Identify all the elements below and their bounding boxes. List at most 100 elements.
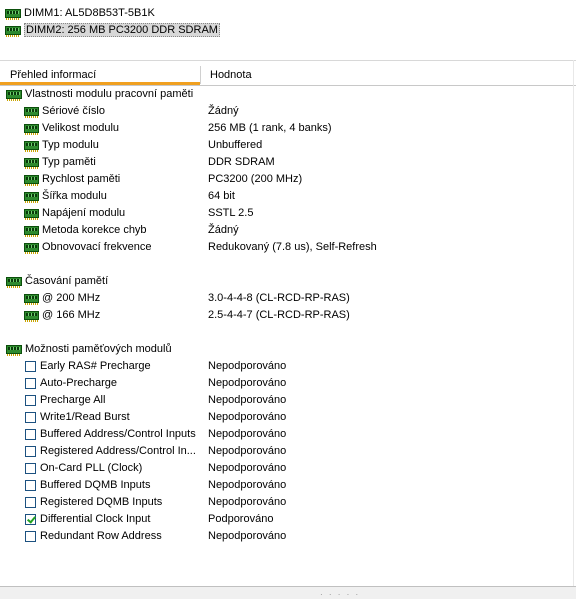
item-value: Nepodporováno xyxy=(208,479,287,491)
checkbox-icon[interactable] xyxy=(25,479,36,491)
item-label: Rychlost paměti xyxy=(42,173,121,185)
ram-module-icon xyxy=(24,157,39,169)
checkbox-icon[interactable] xyxy=(25,445,36,457)
group-title: Vlastnosti modulu pracovní paměti xyxy=(25,88,194,100)
item-value: Nepodporováno xyxy=(208,394,287,406)
list-item[interactable]: Differential Clock Input Podporováno xyxy=(0,511,576,528)
list-item[interactable]: Sériové číslo Žádný xyxy=(0,103,576,120)
ram-module-icon xyxy=(5,8,21,20)
dimm-item-2[interactable]: DIMM2: 256 MB PC3200 DDR SDRAM xyxy=(5,22,220,38)
ram-module-icon xyxy=(24,293,39,305)
item-value: Redukovaný (7.8 us), Self-Refresh xyxy=(208,241,377,253)
item-value: Žádný xyxy=(208,224,239,236)
item-value: Nepodporováno xyxy=(208,496,287,508)
list-item[interactable]: Buffered DQMB Inputs Nepodporováno xyxy=(0,477,576,494)
ram-module-icon xyxy=(24,242,39,254)
item-label: Early RAS# Precharge xyxy=(40,360,151,372)
ram-module-icon xyxy=(24,310,39,322)
ram-module-icon xyxy=(24,191,39,203)
item-value: 3.0-4-4-8 (CL-RCD-RP-RAS) xyxy=(208,292,350,304)
list-item[interactable]: Obnovovací frekvence Redukovaný (7.8 us),… xyxy=(0,239,576,256)
list-item[interactable]: Velikost modulu 256 MB (1 rank, 4 banks) xyxy=(0,120,576,137)
item-label: Typ modulu xyxy=(42,139,99,151)
column-header-field[interactable]: Přehled informací xyxy=(10,69,96,81)
list-item[interactable]: Metoda korekce chyb Žádný xyxy=(0,222,576,239)
checkbox-icon[interactable] xyxy=(25,513,36,525)
ram-module-icon xyxy=(6,344,22,356)
list-item[interactable]: Write1/Read Burst Nepodporováno xyxy=(0,409,576,426)
item-label: Velikost modulu xyxy=(42,122,120,134)
ram-module-icon xyxy=(24,140,39,152)
ram-module-icon xyxy=(6,89,22,101)
list-item[interactable]: Auto-Precharge Nepodporováno xyxy=(0,375,576,392)
item-label: Write1/Read Burst xyxy=(40,411,130,423)
list-item[interactable]: @ 200 MHz 3.0-4-4-8 (CL-RCD-RP-RAS) xyxy=(0,290,576,307)
checkbox-icon[interactable] xyxy=(25,462,36,474)
item-label: Buffered Address/Control Inputs xyxy=(40,428,196,440)
list-item[interactable]: Registered DQMB Inputs Nepodporováno xyxy=(0,494,576,511)
item-value: Nepodporováno xyxy=(208,530,287,542)
list-item[interactable]: Redundant Row Address Nepodporováno xyxy=(0,528,576,545)
item-value: Nepodporováno xyxy=(208,428,287,440)
item-label: Sériové číslo xyxy=(42,105,105,117)
column-header-value[interactable]: Hodnota xyxy=(210,69,252,81)
item-value: Nepodporováno xyxy=(208,445,287,457)
item-label: Metoda korekce chyb xyxy=(42,224,147,236)
checkbox-icon[interactable] xyxy=(25,530,36,542)
list-item[interactable]: Rychlost paměti PC3200 (200 MHz) xyxy=(0,171,576,188)
checkbox-icon[interactable] xyxy=(25,496,36,508)
item-label: Differential Clock Input xyxy=(40,513,151,525)
sort-indicator xyxy=(0,82,200,85)
item-label: Registered DQMB Inputs xyxy=(40,496,163,508)
item-label: Obnovovací frekvence xyxy=(42,241,152,253)
group-header[interactable]: Časování pamětí xyxy=(0,273,576,290)
dimm-item-label: DIMM1: AL5D8B53T-5B1K xyxy=(24,7,155,19)
item-label: Redundant Row Address xyxy=(40,530,162,542)
status-bar: · · · · · xyxy=(0,586,576,599)
item-value: 2.5-4-4-7 (CL-RCD-RP-RAS) xyxy=(208,309,350,321)
item-value: Nepodporováno xyxy=(208,462,287,474)
list-item[interactable]: On-Card PLL (Clock) Nepodporováno xyxy=(0,460,576,477)
checkbox-icon[interactable] xyxy=(25,428,36,440)
item-label: Šířka modulu xyxy=(42,190,107,202)
list-item[interactable]: Registered Address/Control In... Nepodpor… xyxy=(0,443,576,460)
item-value: 256 MB (1 rank, 4 banks) xyxy=(208,122,332,134)
checkbox-icon[interactable] xyxy=(25,394,36,406)
item-value: 64 bit xyxy=(208,190,235,202)
column-separator[interactable] xyxy=(200,66,201,84)
item-value: Nepodporováno xyxy=(208,360,287,372)
item-label: Napájení modulu xyxy=(42,207,126,219)
item-label: Auto-Precharge xyxy=(40,377,118,389)
checkbox-icon[interactable] xyxy=(25,360,36,372)
group-header[interactable]: Možnosti paměťových modulů xyxy=(0,341,576,358)
group-title: Možnosti paměťových modulů xyxy=(25,343,172,355)
item-label: Precharge All xyxy=(40,394,106,406)
list-item[interactable]: Typ paměti DDR SDRAM xyxy=(0,154,576,171)
list-item[interactable]: Precharge All Nepodporováno xyxy=(0,392,576,409)
item-value: DDR SDRAM xyxy=(208,156,275,168)
list-item[interactable]: Napájení modulu SSTL 2.5 xyxy=(0,205,576,222)
item-value: PC3200 (200 MHz) xyxy=(208,173,303,185)
list-item[interactable]: Buffered Address/Control Inputs Nepodporo… xyxy=(0,426,576,443)
group-title: Časování pamětí xyxy=(25,275,109,287)
group-header[interactable]: Vlastnosti modulu pracovní paměti xyxy=(0,86,576,103)
list-item[interactable]: @ 166 MHz 2.5-4-4-7 (CL-RCD-RP-RAS) xyxy=(0,307,576,324)
ram-module-icon xyxy=(24,208,39,220)
list-item[interactable]: Early RAS# Precharge Nepodporováno xyxy=(0,358,576,375)
item-value: Unbuffered xyxy=(208,139,263,151)
item-value: Žádný xyxy=(208,105,239,117)
checkbox-icon[interactable] xyxy=(25,377,36,389)
item-value: Nepodporováno xyxy=(208,411,287,423)
item-label: @ 166 MHz xyxy=(42,309,101,321)
ram-module-icon xyxy=(24,174,39,186)
ram-module-icon xyxy=(24,106,39,118)
item-label: Typ paměti xyxy=(42,156,96,168)
dimm-list: DIMM1: AL5D8B53T-5B1K DIMM2: 256 MB PC32… xyxy=(0,0,576,61)
item-value: Nepodporováno xyxy=(208,377,287,389)
item-label: Buffered DQMB Inputs xyxy=(40,479,151,491)
checkbox-icon[interactable] xyxy=(25,411,36,423)
item-value: SSTL 2.5 xyxy=(208,207,254,219)
list-item[interactable]: Typ modulu Unbuffered xyxy=(0,137,576,154)
list-item[interactable]: Šířka modulu 64 bit xyxy=(0,188,576,205)
dimm-item-1[interactable]: DIMM1: AL5D8B53T-5B1K xyxy=(5,5,155,21)
